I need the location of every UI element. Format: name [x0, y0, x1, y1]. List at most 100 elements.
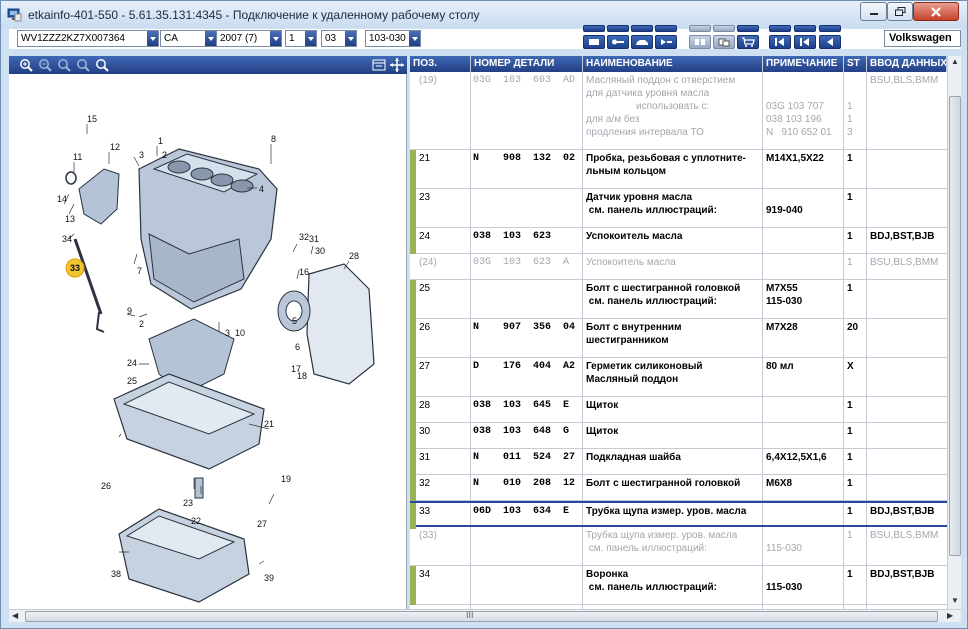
callout-label[interactable]: 21: [264, 419, 274, 429]
chevron-down-icon[interactable]: [147, 31, 158, 46]
first-page-button[interactable]: [769, 35, 791, 49]
play-button[interactable]: [655, 35, 677, 49]
callout-label[interactable]: 26: [101, 481, 111, 491]
horizontal-scroll-thumb[interactable]: III: [25, 610, 938, 622]
sub-group-select[interactable]: 03: [321, 30, 357, 47]
zoom-reset-icon[interactable]: [75, 57, 91, 73]
toolbar-button-top-10[interactable]: [819, 25, 841, 32]
chevron-down-icon[interactable]: [409, 31, 420, 46]
header-name[interactable]: НАИМЕНОВАНИЕ: [583, 56, 763, 72]
callout-label[interactable]: 13: [65, 214, 75, 224]
callout-label[interactable]: 12: [110, 142, 120, 152]
toolbar-button-top-2[interactable]: [607, 25, 629, 32]
chevron-down-icon[interactable]: [305, 31, 316, 46]
table-row[interactable]: 28 038 103 645 E Щиток 1: [410, 397, 947, 423]
callout-label[interactable]: 34: [62, 234, 72, 244]
callout-label[interactable]: 5: [292, 316, 297, 326]
callout-label[interactable]: 18: [297, 371, 307, 381]
zoom-fit-icon[interactable]: [56, 57, 72, 73]
scroll-left-icon[interactable]: ◀: [12, 611, 18, 620]
callout-label[interactable]: 23: [183, 498, 193, 508]
callout-label[interactable]: 19: [281, 474, 291, 484]
table-row[interactable]: 32 N 010 208 12 Болт с шестигранной головк…: [410, 475, 947, 501]
lower-oil-pan[interactable]: [118, 508, 250, 603]
table-row[interactable]: 21 N 908 132 02 Пробка, резьбовая с уплотн…: [410, 150, 947, 189]
table-row[interactable]: (33) Трубка щупа измер. уров. масла см. п…: [410, 527, 947, 566]
callout-label[interactable]: 31: [309, 234, 319, 244]
zoom-out-icon[interactable]: [37, 57, 53, 73]
callout-label[interactable]: 22: [191, 516, 201, 526]
move-icon[interactable]: [389, 57, 405, 73]
callout-label[interactable]: 4: [259, 184, 264, 194]
table-row[interactable]: 26 N 907 356 04 Болт с внутренним шестигра…: [410, 319, 947, 358]
cart-button[interactable]: [737, 35, 759, 49]
scroll-right-icon[interactable]: ▶: [947, 611, 953, 620]
close-button[interactable]: [913, 2, 959, 21]
main-group-select[interactable]: 1: [285, 30, 317, 47]
toolbar-button-top-1[interactable]: [583, 25, 605, 32]
seal-ring[interactable]: [65, 171, 77, 185]
callout-label[interactable]: 15: [87, 114, 97, 124]
callout-label[interactable]: 24: [127, 358, 137, 368]
illustration-select[interactable]: 103-030: [365, 30, 421, 47]
list-button[interactable]: [583, 35, 605, 49]
table-row[interactable]: 34 Воронка см. панель иллюстраций: 115-03…: [410, 566, 947, 605]
brand-select[interactable]: Volkswagen: [884, 30, 961, 47]
scroll-up-icon[interactable]: ▲: [951, 57, 959, 66]
callout-label[interactable]: 3: [139, 150, 144, 160]
upper-oil-pan[interactable]: [113, 373, 265, 470]
vertical-scroll-thumb[interactable]: [949, 96, 961, 556]
chevron-down-icon[interactable]: [345, 31, 356, 46]
table-row[interactable]: (19) 03G 103 603 AD Масляный поддон с отве…: [410, 72, 947, 150]
previous-button[interactable]: [819, 35, 841, 49]
chevron-down-icon[interactable]: [205, 31, 216, 46]
dipstick-tube[interactable]: [73, 238, 105, 333]
search-icon[interactable]: [94, 57, 110, 73]
key-button[interactable]: [607, 35, 629, 49]
grid-button[interactable]: [689, 35, 711, 49]
header-st[interactable]: ST: [844, 56, 867, 72]
toolbar-button-top-8[interactable]: [769, 25, 791, 32]
callout-label[interactable]: 3: [225, 328, 230, 338]
car-button[interactable]: [631, 35, 653, 49]
callout-label[interactable]: 1: [158, 136, 163, 146]
callout-label[interactable]: 38: [111, 569, 121, 579]
callout-label[interactable]: 30: [315, 246, 325, 256]
scroll-down-icon[interactable]: ▼: [951, 596, 959, 605]
vertical-scrollbar[interactable]: ▲ ▼: [947, 56, 961, 609]
table-row[interactable]: 31 N 011 524 27 Подкладная шайба 6,4X12,5X1…: [410, 449, 947, 475]
callout-label[interactable]: 11: [73, 152, 82, 162]
callout-label[interactable]: 14: [57, 194, 67, 204]
minimize-button[interactable]: [860, 2, 887, 21]
table-row[interactable]: 27 D 176 404 A2 Герметик силиконовый Масля…: [410, 358, 947, 397]
toolbar-button-top-3[interactable]: [631, 25, 653, 32]
callout-label[interactable]: 6: [295, 342, 300, 352]
header-pos[interactable]: ПОЗ.: [410, 56, 471, 72]
callout-label[interactable]: 16: [299, 267, 309, 277]
table-row[interactable]: 25 Болт с шестигранной головкой см. панел…: [410, 280, 947, 319]
callout-label[interactable]: 25: [127, 376, 137, 386]
oil-level-sensor[interactable]: [194, 477, 204, 499]
toolbar-button-top-4[interactable]: [655, 25, 677, 32]
toolbar-button-top-5[interactable]: [689, 25, 711, 32]
callout-label[interactable]: 2: [162, 150, 167, 160]
header-part-number[interactable]: НОМЕР ДЕТАЛИ: [471, 56, 583, 72]
callout-label[interactable]: 28: [349, 251, 359, 261]
bracket-part[interactable]: [78, 168, 120, 225]
horizontal-scrollbar[interactable]: ◀ III ▶: [9, 609, 961, 622]
table-row[interactable]: 24 038 103 623 Успокоитель масла 1 BDJ,BST,B…: [410, 228, 947, 254]
table-row-selected[interactable]: 33 06D 103 634 E Трубка щупа измер. уров. …: [410, 501, 947, 529]
header-input[interactable]: ВВОД ДАННЫХ: [867, 56, 947, 72]
cover-plate[interactable]: [306, 263, 375, 385]
previous-group-button[interactable]: [794, 35, 816, 49]
vin-select[interactable]: WV1ZZZ2KZ7X007364: [17, 30, 159, 47]
callout-label[interactable]: 7: [137, 266, 142, 276]
model-year-select[interactable]: 2007 (7): [216, 30, 282, 47]
highlight-marker[interactable]: 33: [65, 258, 85, 278]
callout-label[interactable]: 8: [271, 134, 276, 144]
engine-block[interactable]: [138, 148, 278, 310]
maximize-button[interactable]: [887, 2, 913, 21]
table-row[interactable]: (24) 03G 103 623 A Успокоитель масла 1 BSU,B…: [410, 254, 947, 280]
callout-label[interactable]: 27: [257, 519, 267, 529]
zoom-in-icon[interactable]: [18, 57, 34, 73]
